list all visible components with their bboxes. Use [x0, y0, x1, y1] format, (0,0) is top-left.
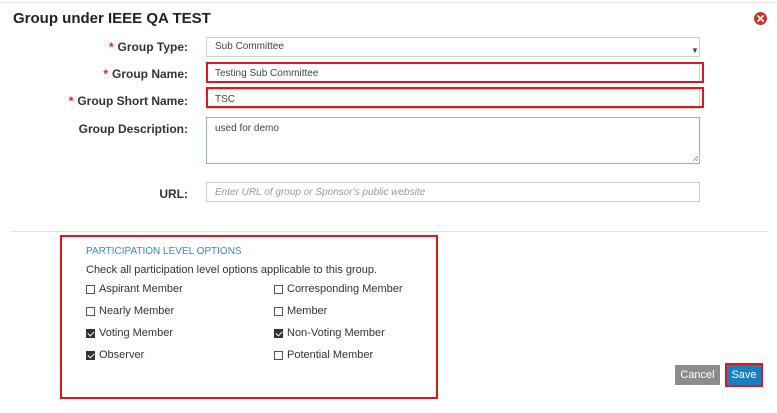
option-label: Potential Member [287, 349, 374, 361]
group-name-label-text: Group Name: [111, 67, 188, 81]
section-divider [10, 231, 767, 232]
group-description-textarea[interactable]: used for demo [206, 117, 700, 164]
cancel-button[interactable]: Cancel [675, 365, 720, 385]
resize-grip-icon[interactable] [692, 155, 698, 161]
checkbox[interactable] [86, 306, 95, 316]
group-name-highlight [206, 62, 704, 83]
option-label: Corresponding Member [287, 283, 403, 295]
dropdown-arrow-icon[interactable]: ▼ [691, 46, 699, 55]
participation-description: Check all participation level options ap… [86, 264, 378, 276]
option-observer[interactable]: Observer [86, 349, 144, 361]
option-label: Member [287, 305, 328, 317]
option-label: Aspirant Member [99, 283, 183, 295]
option-member[interactable]: Member [274, 305, 327, 317]
option-label: Non-Voting Member [287, 327, 385, 339]
group-description-label: Group Description: [0, 122, 188, 136]
required-marker: * [108, 40, 114, 54]
group-type-value: Sub Committee [215, 41, 284, 52]
option-label: Nearly Member [99, 305, 175, 317]
required-marker: * [103, 67, 108, 81]
option-non-voting-member[interactable]: Non-Voting Member [274, 327, 385, 339]
group-short-name-label-text: Group Short Name: [77, 94, 188, 108]
participation-title: PARTICIPATION LEVEL OPTIONS [86, 246, 242, 257]
dialog-top-border [0, 2, 777, 3]
checkbox-checked[interactable] [86, 350, 95, 360]
url-label: URL: [0, 187, 188, 201]
required-marker: * [68, 94, 74, 108]
url-input[interactable] [206, 182, 700, 202]
option-aspirant-member[interactable]: Aspirant Member [86, 283, 183, 295]
group-short-name-label: * Group Short Name: [0, 94, 188, 108]
checkbox[interactable] [274, 306, 283, 316]
group-type-select[interactable]: Sub Committee [206, 37, 700, 57]
checkbox[interactable] [274, 284, 283, 294]
url-label-text: URL: [159, 187, 188, 201]
group-type-label: * Group Type: [0, 40, 188, 54]
dialog-title: Group under IEEE QA TEST [13, 10, 211, 27]
option-label: Observer [99, 349, 145, 361]
group-type-label-text: Group Type: [117, 40, 188, 54]
group-description-label-text: Group Description: [78, 122, 188, 136]
group-dialog: Group under IEEE QA TEST * Group Type: Su… [0, 0, 777, 413]
group-name-label: * Group Name: [0, 67, 188, 81]
participation-highlight [60, 235, 438, 399]
option-potential-member[interactable]: Potential Member [274, 349, 373, 361]
checkbox-checked[interactable] [274, 328, 283, 338]
option-nearly-member[interactable]: Nearly Member [86, 305, 174, 317]
checkbox[interactable] [86, 284, 95, 294]
option-label: Voting Member [99, 327, 173, 339]
option-corresponding-member[interactable]: Corresponding Member [274, 283, 403, 295]
group-short-name-highlight [206, 87, 704, 108]
option-voting-member[interactable]: Voting Member [86, 327, 173, 339]
close-icon[interactable] [754, 12, 767, 25]
checkbox-checked[interactable] [86, 328, 95, 338]
save-highlight [725, 363, 763, 387]
checkbox[interactable] [274, 350, 283, 360]
